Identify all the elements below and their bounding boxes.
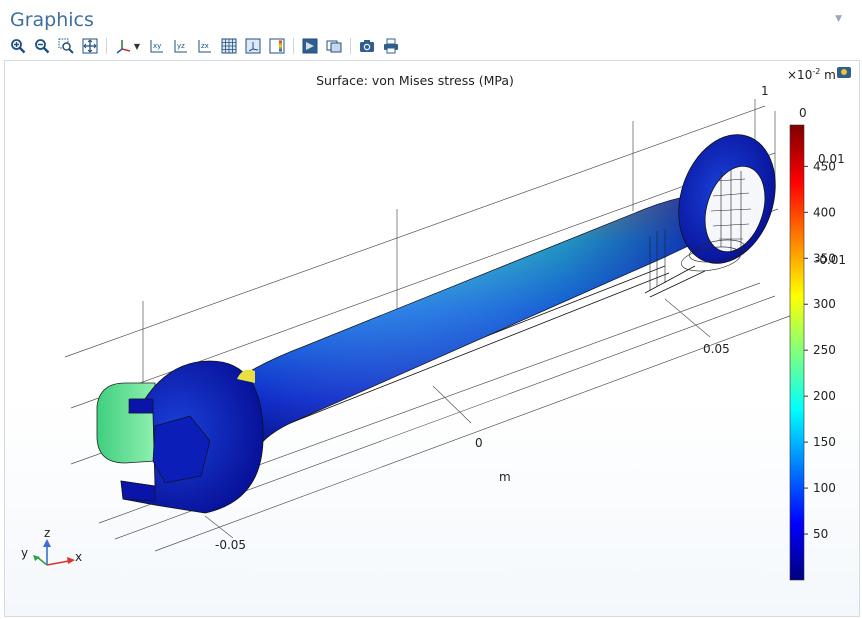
graphics-panel: Graphics ▼ ▼ xy yz zx -0.05 0 0.05 m 1 0… [0,0,862,619]
unit-suffix: m [824,68,836,82]
transparency-icon [302,38,318,54]
axis-icon [245,38,261,54]
wrench-shaft [236,194,706,452]
colorbar-tick-label: 250 [813,343,836,357]
zoom-box-icon [58,38,74,54]
grid-button[interactable] [219,36,239,56]
svg-text:xy: xy [153,42,161,50]
zoom-box-button[interactable] [56,36,76,56]
color-legend-button[interactable] [267,36,287,56]
panel-title: Graphics [10,9,94,31]
unit-prefix: ×10 [787,68,813,82]
colorbar-tick-label: 400 [813,205,836,219]
toolbar-separator [106,38,107,54]
view-yz-icon: yz [174,40,187,53]
view-zx-button[interactable]: zx [195,36,215,56]
wireframe-icon [326,40,342,53]
svg-text:zx: zx [201,42,209,50]
graphics-toolbar: ▼ xy yz zx [8,36,405,56]
colorbar-tick-label: 350 [813,251,836,265]
plot-title: Surface: von Mises stress (MPa) [316,73,514,88]
axis-triad: z x y [21,526,82,566]
colorbar-tick-label: 450 [813,159,836,173]
axis-unit: m [499,470,511,484]
axis-button[interactable] [243,36,263,56]
color-legend-icon [269,38,285,54]
collapse-icon[interactable]: ▼ [835,14,842,24]
print-button[interactable] [381,36,401,56]
z-tick-0: 0 [799,106,807,120]
zoom-extents-icon [82,38,98,54]
triad-y: y [21,546,28,560]
triad-z: z [44,526,50,540]
view-yz-button[interactable]: yz [171,36,191,56]
colorbar-tick-label: 150 [813,435,836,449]
view-zx-icon: zx [198,40,211,53]
colorbar-tick-label: 300 [813,297,836,311]
triad-x: x [75,550,82,564]
zoom-in-button[interactable] [8,36,28,56]
transparency-button[interactable] [300,36,320,56]
wrench-scene: -0.05 0 0.05 m 1 0 0.01 -0.01 4504003503… [21,67,851,581]
color-legend: 450 400 350 300 250 200 150 100 50 [789,124,836,581]
wireframe-button[interactable] [324,36,344,56]
bolt-shape [96,382,156,464]
chevron-down-icon: ▼ [133,41,141,51]
view-xy-icon: xy [150,40,163,53]
tick-neg: -0.05 [215,538,246,552]
axis-orientation-dropdown[interactable]: ▼ [113,36,143,56]
toolbar-separator [350,38,351,54]
colorbar-ticks: 450 400 350 300 250 200 150 100 50 [804,159,836,541]
unit-exponent: ×10-2 m [787,67,836,82]
zoom-out-button[interactable] [32,36,52,56]
image-snapshot-button[interactable] [357,36,377,56]
camera-icon [360,40,374,52]
toolbar-separator [293,38,294,54]
colorbar [789,124,805,581]
tick-zero: 0 [475,436,483,450]
svg-text:yz: yz [177,42,185,50]
unit-exponent-value: -2 [812,67,821,76]
view-xy-button[interactable]: xy [147,36,167,56]
axis-orientation-icon [116,40,131,54]
print-icon [384,38,398,54]
zoom-extents-button[interactable] [80,36,100,56]
zoom-in-icon [11,39,26,54]
zoom-out-icon [35,39,50,54]
tick-pos: 0.05 [703,342,730,356]
colorbar-tick-label: 100 [813,481,836,495]
colorbar-tick-label: 200 [813,389,836,403]
graphics-viewport[interactable]: -0.05 0 0.05 m 1 0 0.01 -0.01 450 400 350 3… [4,60,860,617]
colorbar-tick-label: 50 [813,527,828,541]
grid-icon [221,38,237,54]
